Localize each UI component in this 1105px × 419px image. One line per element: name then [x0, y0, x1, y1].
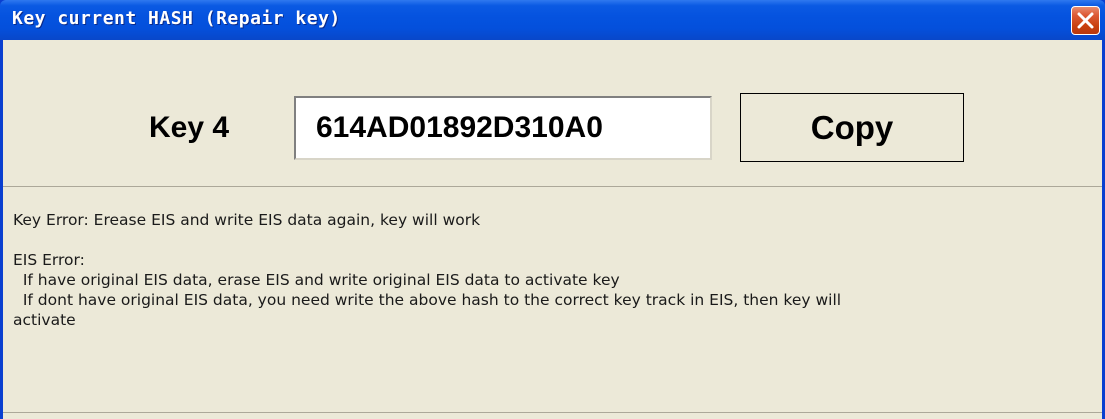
- eis-error-line-1: If have original EIS data, erase EIS and…: [13, 271, 620, 289]
- close-button[interactable]: [1071, 6, 1100, 35]
- title-bar[interactable]: Key current HASH (Repair key): [0, 0, 1105, 40]
- eis-error-line-3: activate: [13, 311, 76, 329]
- dialog-window: Key current HASH (Repair key) Key 4 Copy…: [0, 0, 1105, 419]
- copy-button[interactable]: Copy: [740, 93, 964, 162]
- eis-error-line-2: If dont have original EIS data, you need…: [13, 291, 842, 309]
- hash-field[interactable]: [294, 96, 712, 160]
- divider: [3, 412, 1102, 413]
- key-error-text: Key Error: Erease EIS and write EIS data…: [13, 211, 481, 229]
- key-label: Key 4: [149, 111, 230, 144]
- eis-error-title: EIS Error:: [13, 251, 85, 269]
- key-panel: Key 4 Copy: [3, 40, 1102, 187]
- close-icon: [1077, 12, 1094, 29]
- window-title: Key current HASH (Repair key): [12, 8, 341, 29]
- error-messages: Key Error: Erease EIS and write EIS data…: [13, 210, 1093, 330]
- dialog-body: Key 4 Copy Key Error: Erease EIS and wri…: [3, 40, 1102, 419]
